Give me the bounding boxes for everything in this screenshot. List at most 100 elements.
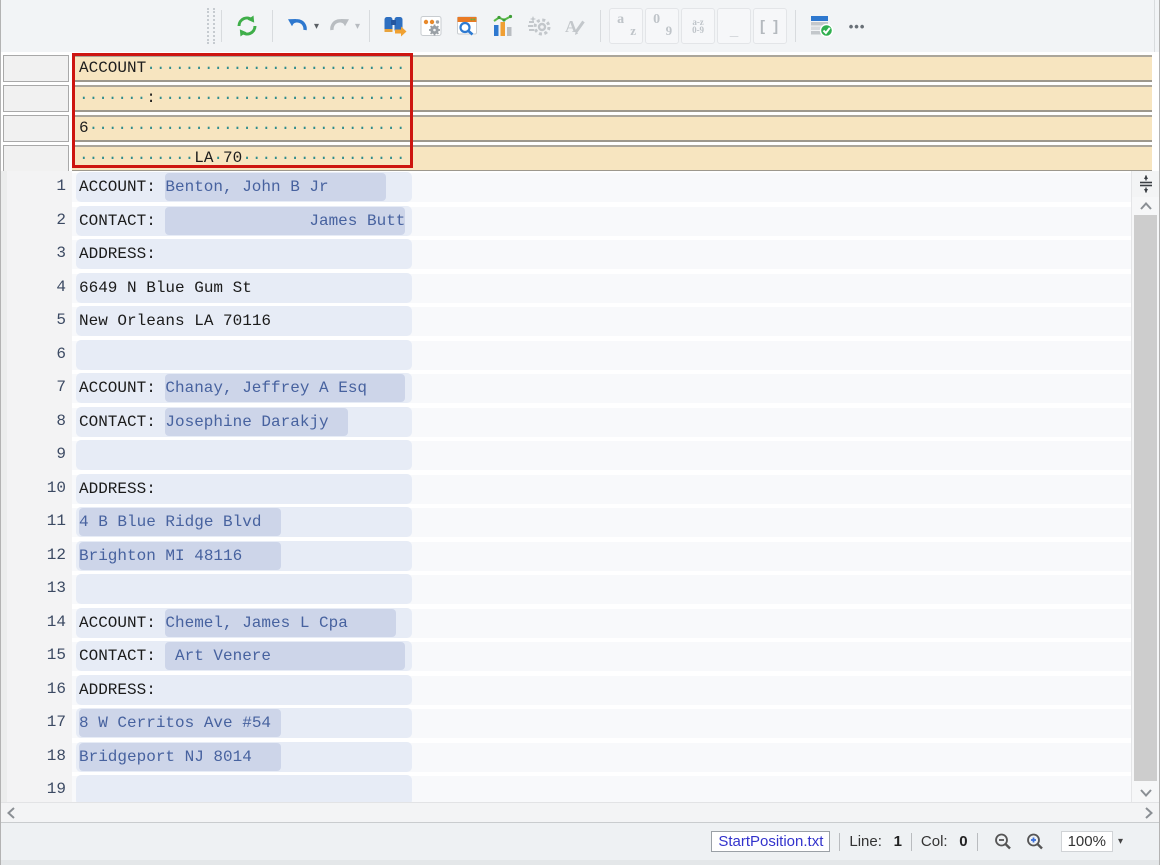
zoom-dropdown-caret[interactable]: ▾ — [1118, 836, 1123, 847]
zoom-out-button[interactable] — [993, 832, 1013, 852]
match-text: Bridgeport NJ 8014 — [79, 743, 281, 771]
highlighted-match[interactable]: Josephine Darakjy — [165, 408, 347, 436]
editor-line[interactable]: Benton, John B Jr ACCOUNT: — [72, 171, 1131, 205]
line-number: 15 — [7, 640, 72, 674]
line-number: 6 — [7, 339, 72, 373]
brackets-button[interactable]: [ ] — [753, 8, 787, 44]
editor-line[interactable]: 8 W Cerritos Ave #54 — [72, 707, 1131, 741]
editor-area[interactable]: 12345678910111213141516171819 Benton, Jo… — [1, 171, 1159, 802]
highlighted-match[interactable]: 8 W Cerritos Ave #54 — [79, 709, 281, 737]
toolbar-grip[interactable] — [207, 8, 215, 44]
line-text: CONTACT: — [79, 207, 156, 235]
more-icon: ••• — [849, 19, 866, 34]
match-text: Benton, John B Jr — [165, 173, 386, 201]
separator — [977, 833, 978, 851]
editor-line[interactable]: James Butt CONTACT: — [72, 205, 1131, 239]
line-number: 19 — [7, 774, 72, 802]
vertical-scroll-track[interactable] — [1132, 215, 1159, 784]
replace-options-icon — [418, 13, 444, 39]
font-edit-button[interactable]: A — [558, 8, 592, 44]
line-text: ADDRESS: — [79, 475, 156, 503]
highlighted-match[interactable]: Bridgeport NJ 8014 — [79, 743, 281, 771]
line-text: New Orleans LA 70116 — [79, 307, 271, 335]
editor-line[interactable]: ADDRESS: — [72, 473, 1131, 507]
pattern-text: ············LA·70················· — [72, 145, 1152, 172]
find-in-document-button[interactable] — [450, 8, 484, 44]
editor-line[interactable] — [72, 774, 1131, 802]
line-label: Line: — [849, 833, 882, 850]
horizontal-scrollbar[interactable] — [1, 802, 1159, 822]
line-number: 10 — [7, 473, 72, 507]
refresh-button[interactable] — [230, 8, 264, 44]
replace-options-button[interactable] — [414, 8, 448, 44]
editor-line[interactable] — [72, 573, 1131, 607]
record-field-block — [76, 574, 412, 604]
separator — [839, 833, 840, 851]
editor-line[interactable]: 6649 N Blue Gum St — [72, 272, 1131, 306]
undo-button[interactable] — [281, 8, 315, 44]
chevron-left-icon[interactable] — [7, 807, 15, 819]
editor-line[interactable]: Brighton MI 48116 — [72, 540, 1131, 574]
separator — [272, 10, 273, 42]
highlighted-match[interactable]: Benton, John B Jr — [165, 173, 386, 201]
highlighted-match[interactable]: Chanay, Jeffrey A Esq — [165, 374, 405, 402]
highlighted-match[interactable]: Art Venere — [165, 642, 405, 670]
editor-line[interactable] — [72, 339, 1131, 373]
record-field-block — [76, 340, 412, 370]
validate-table-button[interactable] — [804, 8, 838, 44]
redo-icon — [326, 13, 352, 39]
line-text: ADDRESS: — [79, 240, 156, 268]
pattern-row-header-cell — [3, 85, 69, 112]
col-label: Col: — [921, 833, 948, 850]
search-pattern-panel: ACCOUNT··························· ······… — [1, 52, 1159, 171]
split-handle[interactable] — [1132, 171, 1159, 197]
editor-line[interactable]: Art VenereCONTACT: — [72, 640, 1131, 674]
editor-line[interactable] — [72, 439, 1131, 473]
zoom-level[interactable]: 100% — [1061, 831, 1113, 852]
undo-icon — [285, 13, 311, 39]
macros-button[interactable] — [522, 8, 556, 44]
scroll-up-arrow[interactable] — [1132, 197, 1159, 215]
zoom-in-icon — [1025, 832, 1045, 852]
line-text: ACCOUNT: — [79, 173, 156, 201]
sort-az-icon: az — [616, 16, 636, 36]
chevron-right-icon[interactable] — [1145, 807, 1153, 819]
sort-az-button[interactable]: az — [609, 8, 643, 44]
pattern-row-header-cell — [3, 115, 69, 142]
highlighted-match[interactable]: James Butt — [165, 207, 405, 235]
redo-button[interactable] — [322, 8, 356, 44]
scroll-down-arrow[interactable] — [1132, 784, 1159, 802]
status-filename[interactable]: StartPosition.txt — [711, 831, 830, 852]
editor-line[interactable]: Chanay, Jeffrey A EsqACCOUNT: — [72, 372, 1131, 406]
zoom-in-button[interactable] — [1025, 832, 1045, 852]
editor-line[interactable]: ADDRESS: — [72, 674, 1131, 708]
pattern-row: ·······:·························· — [3, 85, 1152, 112]
sort-az09-icon: a-z0-9 — [692, 18, 704, 34]
editor-line[interactable]: ADDRESS: — [72, 238, 1131, 272]
line-number: 12 — [7, 540, 72, 574]
vertical-scroll-thumb[interactable] — [1134, 215, 1157, 781]
editor-line[interactable]: Bridgeport NJ 8014 — [72, 741, 1131, 775]
editor-line[interactable]: New Orleans LA 70116 — [72, 305, 1131, 339]
match-text: Art Venere — [165, 642, 405, 670]
record-field-block — [76, 775, 412, 802]
sort-az09-button[interactable]: a-z0-9 — [681, 8, 715, 44]
highlighted-match[interactable]: 4 B Blue Ridge Blvd — [79, 508, 281, 536]
pattern-row: ACCOUNT··························· — [3, 55, 1152, 82]
line-number: 16 — [7, 674, 72, 708]
text-region[interactable]: Benton, John B Jr ACCOUNT: James Butt CONTA… — [72, 171, 1131, 802]
line-number: 18 — [7, 741, 72, 775]
statistics-button[interactable] — [486, 8, 520, 44]
split-icon — [1138, 175, 1154, 193]
find-button[interactable] — [378, 8, 412, 44]
vertical-scrollbar[interactable] — [1131, 171, 1159, 802]
editor-line[interactable]: 4 B Blue Ridge Blvd — [72, 506, 1131, 540]
sort-09-button[interactable]: 09 — [645, 8, 679, 44]
editor-line[interactable]: Josephine DarakjyCONTACT: — [72, 406, 1131, 440]
highlighted-match[interactable]: Chemel, James L Cpa — [165, 609, 395, 637]
underscore-button[interactable]: _ — [717, 8, 751, 44]
highlighted-match[interactable]: Brighton MI 48116 — [79, 542, 281, 570]
editor-line[interactable]: Chemel, James L CpaACCOUNT: — [72, 607, 1131, 641]
more-button[interactable]: ••• — [840, 8, 874, 44]
validate-table-icon — [808, 13, 834, 39]
